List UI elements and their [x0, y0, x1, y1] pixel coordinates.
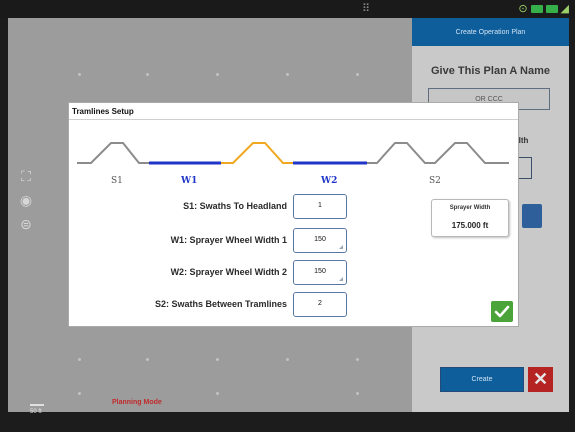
scale-label: 50 ft	[30, 409, 42, 415]
map-grid-dot	[78, 73, 81, 76]
swaths-between-tramlines-label: S2: Swaths Between Tramlines	[154, 299, 287, 309]
diagram-label-s1: S1	[111, 176, 123, 186]
tramline-profile	[221, 142, 293, 164]
swaths-to-headland-field[interactable]: 1	[293, 194, 347, 219]
map-controls: ⛶ ◉ ⊜	[18, 168, 34, 232]
swath-profile-right	[367, 142, 509, 164]
wheel-width-2-label: W2: Sprayer Wheel Width 2	[170, 267, 287, 277]
map-grid-dot	[216, 392, 219, 395]
sprayer-width-value: 175.000 ft	[451, 221, 489, 230]
plan-name-title: Give This Plan A Name	[430, 65, 550, 77]
wheel-width-1-label: W1: Sprayer Wheel Width 1	[170, 235, 287, 245]
width-field-partial[interactable]	[518, 157, 532, 179]
sprayer-width-title: Sprayer Width	[449, 205, 491, 211]
wheel-width-2-field[interactable]: 150	[293, 260, 347, 285]
swaths-between-tramlines-field[interactable]: 2	[293, 292, 347, 317]
tablet-screen: ⠿ ⊙ ◢ ⛶ ◉ ⊜ 50 ft Planning Mode Create O…	[0, 0, 575, 432]
center-vehicle-icon[interactable]: ◉	[18, 192, 34, 208]
checkmark-icon	[494, 305, 510, 318]
panel-header: Create Operation Plan	[412, 18, 569, 46]
swaths-to-headland-label: S1: Swaths To Headland	[183, 201, 287, 211]
battery-icon	[545, 5, 558, 13]
map-grid-dot	[356, 392, 359, 395]
swath-profile-left	[77, 142, 149, 164]
wifi-icon: ◢	[560, 3, 569, 15]
sync-icon: ⊙	[518, 3, 528, 15]
panel-button-partial[interactable]	[522, 204, 542, 228]
sprayer-width-box: Sprayer Width 175.000 ft	[431, 199, 509, 237]
diagram-label-w1: W1	[181, 176, 198, 186]
map-grid-dot	[146, 73, 149, 76]
map-grid-dot	[146, 358, 149, 361]
close-icon[interactable]: ✕	[528, 367, 553, 392]
map-grid-dot	[286, 73, 289, 76]
signal-icon	[530, 5, 543, 13]
tramlines-setup-dialog: Tramlines Setup S1 W1 W2 S2 S1: Swaths T…	[68, 102, 519, 327]
map-scale: 50 ft	[30, 404, 44, 415]
create-button[interactable]: Create	[440, 367, 524, 392]
status-bar: ⠿ ⊙ ◢	[0, 0, 575, 18]
scale-bar	[30, 404, 44, 406]
fit-map-icon[interactable]: ⛶	[18, 168, 34, 184]
map-grid-dot	[78, 392, 81, 395]
map-grid-dot	[356, 73, 359, 76]
diagram-label-s2: S2	[429, 176, 441, 186]
map-grid-dot	[78, 358, 81, 361]
map-grid-dot	[286, 358, 289, 361]
grid-icon: ⠿	[362, 3, 371, 15]
map-grid-dot	[216, 358, 219, 361]
map-grid-dot	[356, 358, 359, 361]
wheel-width-1-field[interactable]: 150	[293, 228, 347, 253]
tramline-diagram	[77, 142, 509, 165]
layers-icon[interactable]: ⊜	[18, 216, 34, 232]
confirm-button[interactable]	[491, 301, 513, 322]
status-icons: ⊙ ◢	[518, 2, 569, 16]
map-grid-dot	[216, 73, 219, 76]
planning-mode-label: Planning Mode	[112, 399, 162, 406]
diagram-label-w2: W2	[321, 176, 338, 186]
